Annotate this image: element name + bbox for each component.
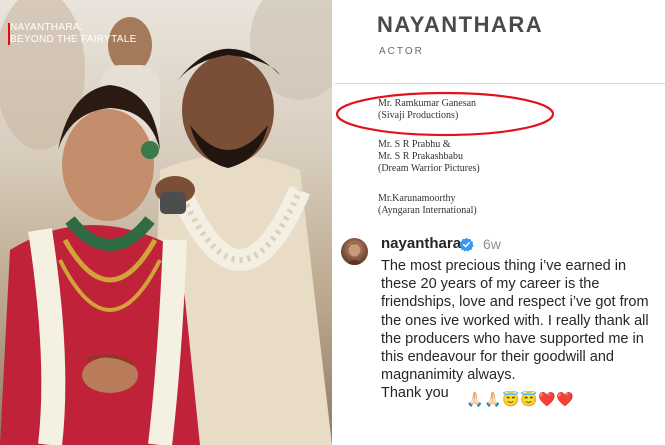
username-link[interactable]: nayanthara xyxy=(381,235,461,252)
credits-document: NAYANTHARA ACTOR Mr. Ramkumar Ganesan (S… xyxy=(335,0,665,228)
smiling-halo-emoji: 😇 xyxy=(502,391,520,407)
series-title-line1: NAYANTHARA: xyxy=(10,22,83,33)
document-role: ACTOR xyxy=(379,46,424,57)
series-title: NAYANTHARA: BEYOND THE FAIRYTALE xyxy=(8,22,137,46)
producer-name: Mr. S R Prakashbabu xyxy=(378,151,463,162)
wedding-photo: NAYANTHARA: BEYOND THE FAIRYTALE xyxy=(0,0,332,445)
producer-company: (Ayngaran International) xyxy=(378,205,477,216)
caption-closing: Thank you xyxy=(381,385,449,402)
red-heart-emoji: ❤️ xyxy=(538,391,556,407)
producer-name: Mr. S R Prabhu & xyxy=(378,139,451,150)
producer-entry: Mr.Karunamoorthy (Ayngaran International… xyxy=(378,193,477,217)
verified-badge-icon xyxy=(459,237,474,252)
caption-text: The most precious thing i’ve earned in t… xyxy=(381,258,649,384)
red-heart-emoji: ❤️ xyxy=(556,391,574,407)
post-age: 6w xyxy=(483,236,501,252)
instagram-post: nayanthara 6w The most precious thing i’… xyxy=(335,228,665,445)
producer-company: (Dream Warrior Pictures) xyxy=(378,163,480,174)
smiling-halo-emoji: 😇 xyxy=(520,391,538,407)
emoji-row: 🙏🏻 🙏🏻 😇 😇 ❤️ ❤️ xyxy=(466,391,574,407)
folded-hands-emoji: 🙏🏻 xyxy=(466,391,484,407)
document-rule xyxy=(335,83,665,84)
series-title-accent xyxy=(8,23,10,45)
document-name: NAYANTHARA xyxy=(377,12,544,37)
producer-entry: Mr. S R Prabhu & Mr. S R Prakashbabu (Dr… xyxy=(378,139,480,175)
wedding-illustration xyxy=(0,0,332,445)
folded-hands-emoji: 🙏🏻 xyxy=(484,391,502,407)
post-caption: The most precious thing i’ve earned in t… xyxy=(381,257,663,403)
avatar-icon xyxy=(346,243,363,265)
avatar[interactable] xyxy=(341,238,368,265)
series-title-line2: BEYOND THE FAIRYTALE xyxy=(10,34,137,45)
producer-name: Mr.Karunamoorthy xyxy=(378,193,456,204)
